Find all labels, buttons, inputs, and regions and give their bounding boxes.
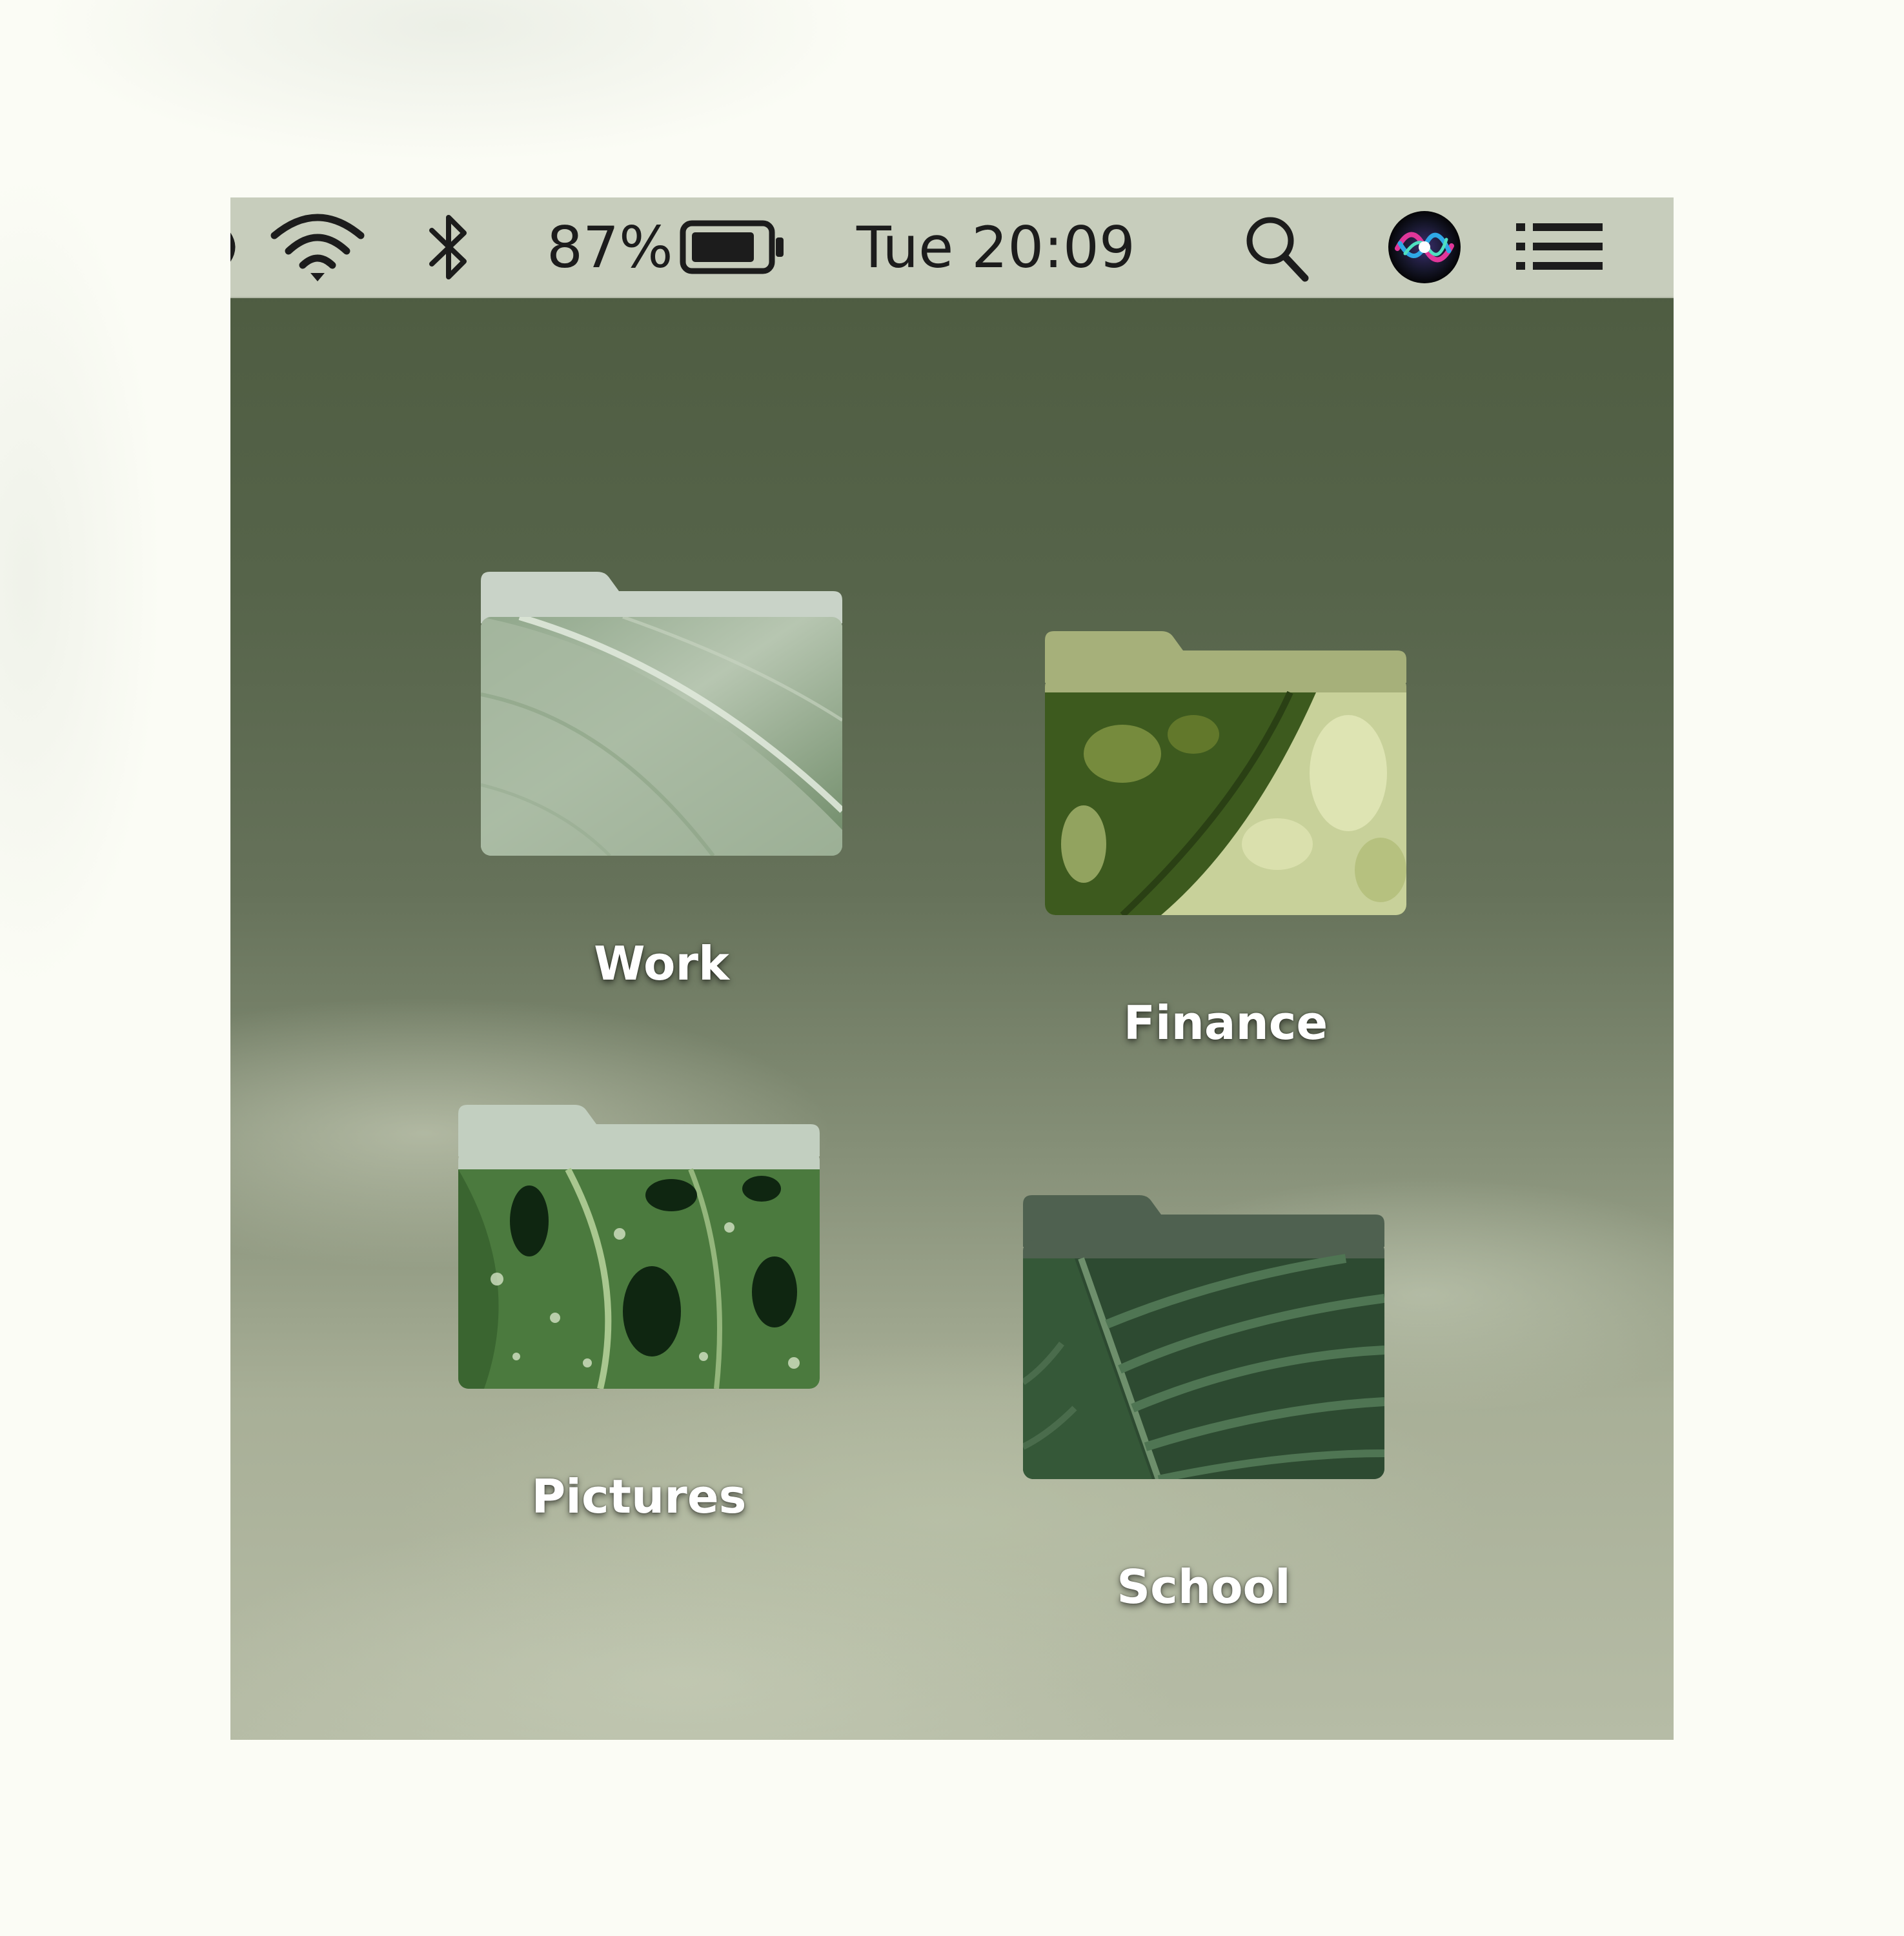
folder-label: School <box>1117 1560 1291 1614</box>
leaf-image <box>1045 691 1406 915</box>
battery-percent-text: 87% <box>547 214 673 281</box>
folder-label: Work <box>594 936 729 991</box>
folder-icon <box>481 572 842 856</box>
volume-icon[interactable] <box>230 197 243 297</box>
wifi-icon[interactable] <box>269 197 366 297</box>
siri-icon[interactable] <box>1386 197 1463 297</box>
folder-pictures[interactable]: Pictures <box>432 1105 846 1544</box>
battery-fill <box>692 232 754 262</box>
folder-tab <box>481 572 842 623</box>
folder-icon <box>458 1105 820 1389</box>
clock[interactable]: Tue 20:09 <box>856 197 1173 297</box>
bluetooth-icon[interactable] <box>424 197 476 297</box>
folder-work[interactable]: Work <box>455 572 868 1011</box>
folder-icon <box>1023 1195 1384 1479</box>
page-background: 87% Tue 20:09 Work Finance Pictures Scho… <box>0 0 1904 1936</box>
folder-tab <box>1023 1195 1384 1247</box>
folder-body <box>481 617 842 856</box>
menu-bar: 87% Tue 20:09 <box>230 197 1674 298</box>
leaf-image <box>1023 1254 1384 1479</box>
leaf-image <box>458 1167 820 1389</box>
folder-tab <box>458 1105 820 1156</box>
folder-tab <box>1045 631 1406 683</box>
folder-label: Pictures <box>531 1469 747 1524</box>
folder-school[interactable]: School <box>997 1195 1410 1634</box>
notification-center-icon[interactable] <box>1515 197 1605 297</box>
folder-icon <box>1045 631 1406 915</box>
search-icon[interactable] <box>1241 197 1312 297</box>
folder-body <box>1023 1240 1384 1479</box>
battery-percent[interactable]: 87% <box>547 197 673 297</box>
battery-icon[interactable] <box>679 197 789 297</box>
clock-text: Tue 20:09 <box>856 214 1135 281</box>
desktop-screen: 87% Tue 20:09 Work Finance Pictures Scho… <box>230 197 1674 1740</box>
leaf-image <box>481 617 842 856</box>
folder-body <box>458 1150 820 1389</box>
folder-label: Finance <box>1123 996 1328 1050</box>
folder-body <box>1045 676 1406 915</box>
folder-finance[interactable]: Finance <box>1019 631 1432 1070</box>
